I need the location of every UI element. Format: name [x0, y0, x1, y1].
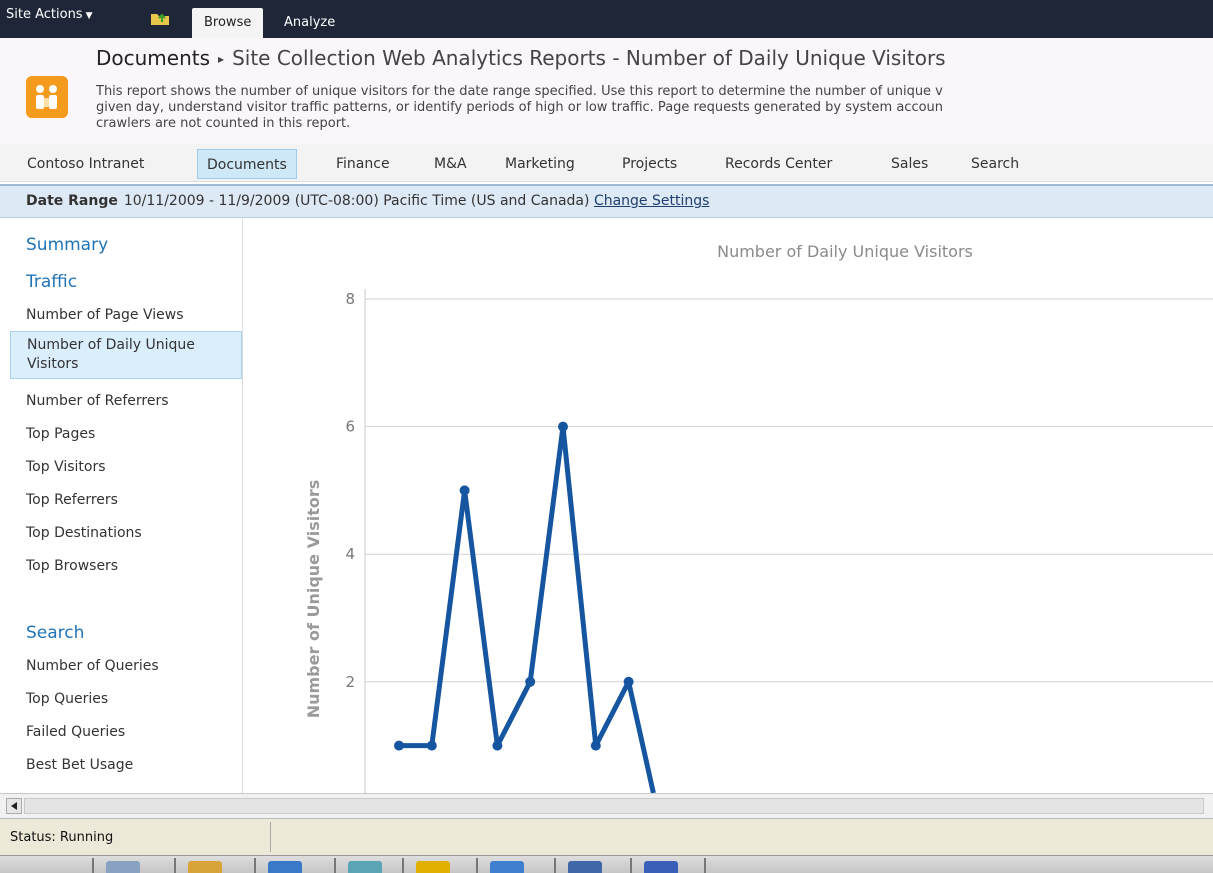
y-tick-label: 4: [345, 545, 355, 563]
app-6-icon: [490, 861, 524, 873]
topnav-documents[interactable]: Documents: [197, 149, 297, 179]
data-point[interactable]: [558, 421, 568, 432]
quick-launch: Summary Traffic Number of Page Views Num…: [0, 219, 243, 793]
tab-browse[interactable]: Browse: [192, 8, 264, 38]
page-title: Site Collection Web Analytics Reports - …: [232, 46, 946, 70]
breadcrumb-separator-icon: ▸: [218, 52, 225, 66]
ql-search-heading[interactable]: Search: [26, 623, 84, 643]
app-7-icon: [568, 861, 602, 873]
series-line: [399, 424, 656, 793]
taskbar-app-9[interactable]: [704, 858, 780, 873]
topnav-sales[interactable]: Sales: [882, 149, 937, 179]
ql-number-of-referrers[interactable]: Number of Referrers: [26, 393, 169, 409]
unique-visitors-chart: Number of Daily Unique Visitors Number o…: [304, 242, 1213, 793]
taskbar-app-5[interactable]: [402, 858, 476, 873]
data-point[interactable]: [492, 740, 503, 751]
tab-analyze[interactable]: Analyze: [272, 8, 347, 38]
data-point[interactable]: [394, 740, 404, 751]
taskbar-app-8[interactable]: [630, 858, 704, 873]
data-point[interactable]: [623, 676, 634, 687]
data-point[interactable]: [459, 485, 470, 496]
topnav-search[interactable]: Search: [962, 149, 1028, 179]
chart-gridlines: 2 4 6 8: [345, 290, 1213, 691]
ql-number-of-queries[interactable]: Number of Queries: [26, 658, 159, 674]
taskbar-app-4[interactable]: [334, 858, 402, 873]
ribbon: Site Actions ▼ Browse Analyze: [0, 0, 1213, 38]
ql-number-of-daily-unique-visitors[interactable]: Number of Daily Unique Visitors: [10, 331, 242, 379]
date-range-value: 10/11/2009 - 11/9/2009 (UTC-08:00) Pacif…: [123, 193, 590, 209]
taskbar-app-3[interactable]: [254, 858, 334, 873]
data-point[interactable]: [426, 740, 437, 751]
description-line: crawlers are not counted in this report.: [96, 116, 351, 131]
scroll-track[interactable]: [24, 798, 1204, 814]
taskbar-app-2[interactable]: [174, 858, 254, 873]
breadcrumb-documents-link[interactable]: Documents: [96, 46, 210, 70]
topnav-marketing[interactable]: Marketing: [496, 149, 584, 179]
status-text: Status: Running: [10, 830, 114, 845]
ql-top-referrers[interactable]: Top Referrers: [26, 492, 118, 508]
y-tick-label: 8: [345, 290, 355, 308]
app-4-icon: [348, 861, 382, 873]
topnav-projects[interactable]: Projects: [613, 149, 686, 179]
top-navigation: Contoso Intranet Documents Finance M&A M…: [0, 144, 1213, 182]
chart-series: [394, 421, 656, 793]
ql-top-destinations[interactable]: Top Destinations: [26, 525, 142, 541]
site-actions-menu[interactable]: Site Actions ▼: [6, 7, 93, 22]
topnav-contoso-intranet[interactable]: Contoso Intranet: [18, 149, 153, 179]
taskbar-app-1[interactable]: [92, 858, 174, 873]
topnav-records-center[interactable]: Records Center: [716, 149, 841, 179]
status-bar: Status: Running: [0, 818, 1213, 855]
site-actions-label: Site Actions: [6, 7, 83, 22]
ql-failed-queries[interactable]: Failed Queries: [26, 724, 125, 740]
ql-top-visitors[interactable]: Top Visitors: [26, 459, 106, 475]
site-logo-icon: [26, 76, 68, 118]
scroll-left-icon[interactable]: [6, 798, 22, 814]
topnav-m-and-a[interactable]: M&A: [425, 149, 476, 179]
description-line: This report shows the number of unique v…: [96, 84, 943, 99]
app-1-icon: [106, 861, 140, 873]
y-tick-label: 6: [345, 418, 355, 436]
status-divider: [270, 822, 271, 852]
taskbar-app-7[interactable]: [554, 858, 630, 873]
navigate-up-icon[interactable]: [150, 10, 170, 26]
change-settings-link[interactable]: Change Settings: [594, 193, 709, 209]
chart-area: Number of Daily Unique Visitors Number o…: [244, 219, 1213, 793]
taskbar-app-6[interactable]: [476, 858, 554, 873]
ql-traffic-heading[interactable]: Traffic: [26, 272, 77, 292]
ql-number-of-page-views[interactable]: Number of Page Views: [26, 307, 184, 323]
date-range-label: Date Range: [26, 193, 118, 209]
horizontal-scrollbar[interactable]: [0, 793, 1213, 818]
description-line: given day, understand visitor traffic pa…: [96, 100, 944, 115]
ql-top-pages[interactable]: Top Pages: [26, 426, 95, 442]
data-point[interactable]: [590, 740, 601, 751]
chart-title: Number of Daily Unique Visitors: [717, 242, 973, 261]
date-range-bar: Date Range 10/11/2009 - 11/9/2009 (UTC-08…: [0, 184, 1213, 218]
ql-summary[interactable]: Summary: [26, 235, 108, 255]
app-8-icon: [644, 861, 678, 873]
app-3-icon: [268, 861, 302, 873]
y-tick-label: 2: [345, 673, 355, 691]
topnav-finance[interactable]: Finance: [327, 149, 399, 179]
chevron-down-icon: ▼: [85, 11, 93, 21]
breadcrumb: Documents ▸ Site Collection Web Analytics …: [96, 46, 946, 70]
data-point[interactable]: [525, 676, 536, 687]
ql-top-browsers[interactable]: Top Browsers: [26, 558, 118, 574]
chart-y-axis-label: Number of Unique Visitors: [304, 480, 323, 719]
app-2-icon: [188, 861, 222, 873]
app-5-icon: [416, 861, 450, 873]
page-description: This report shows the number of unique v…: [96, 84, 1213, 132]
taskbar: [0, 855, 1213, 873]
ql-top-queries[interactable]: Top Queries: [26, 691, 108, 707]
ql-best-bet-usage[interactable]: Best Bet Usage: [26, 757, 133, 773]
